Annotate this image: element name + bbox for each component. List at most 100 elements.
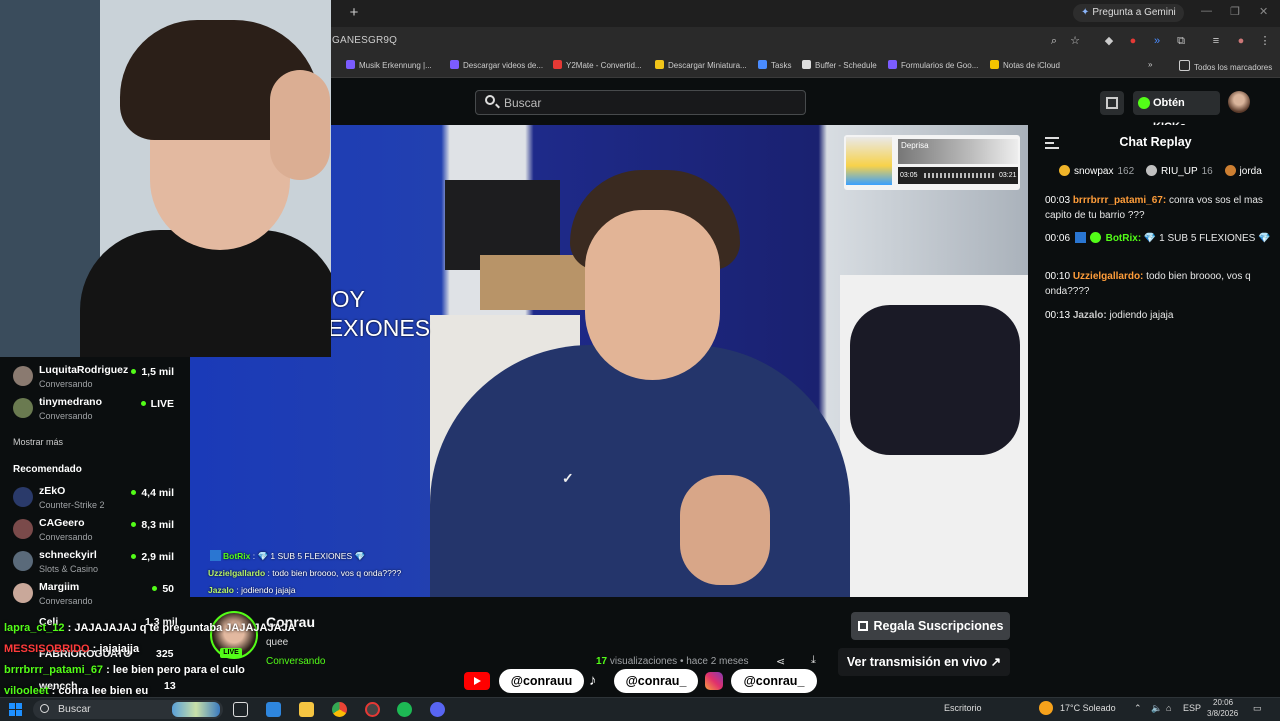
weather-text[interactable]: 17°C Soleado: [1060, 703, 1116, 713]
tray-chevron-icon[interactable]: ⌃: [1134, 703, 1142, 714]
download-icon[interactable]: ⤓: [811, 654, 816, 667]
file-explorer-icon[interactable]: [299, 702, 314, 717]
bookmark-icon: [346, 60, 355, 69]
layout-icon: [1106, 97, 1118, 109]
store-icon[interactable]: [266, 702, 281, 717]
recommended-heading: Recomendado: [13, 464, 82, 475]
youtube-icon[interactable]: [464, 672, 490, 690]
bookmark-star-icon[interactable]: ☆: [1068, 34, 1082, 48]
gift-subs-button[interactable]: Regala Suscripciones: [851, 612, 1010, 640]
menu-icon[interactable]: ⋮: [1258, 34, 1272, 48]
gifter-item[interactable]: snowpax 162: [1059, 165, 1134, 177]
instagram-icon[interactable]: [705, 672, 723, 690]
sidebar-channel[interactable]: schneckyirl Slots & Casino 2,9 mil: [13, 547, 188, 577]
bookmark-icon: [802, 60, 811, 69]
channel-name: CAGeero: [39, 517, 85, 529]
channel-name: LuquitaRodriguez: [39, 364, 129, 376]
channel-category: Conversando: [39, 532, 93, 542]
video-scene: [850, 305, 1020, 455]
bookmark-item[interactable]: Y2Mate - Convertid...: [553, 60, 642, 70]
chrome-icon[interactable]: [332, 702, 347, 717]
url-text[interactable]: GANESGR9Q: [332, 35, 397, 46]
avatar: [13, 551, 33, 571]
notification-icon[interactable]: ▭: [1253, 703, 1262, 714]
gifter-item[interactable]: jorda: [1224, 165, 1262, 177]
video-chat-overlay: BotRix : 💎 1 SUB 5 FLEXIONES 💎 Uzzielgal…: [208, 548, 401, 597]
obs-icon[interactable]: [365, 702, 380, 717]
zoom-icon[interactable]: ⌕: [1047, 34, 1061, 48]
volume-icon[interactable]: 🔈: [1151, 703, 1162, 714]
bookmark-item[interactable]: Buffer - Schedule: [802, 60, 877, 70]
extension-icon[interactable]: ◆: [1102, 34, 1116, 48]
media-icon[interactable]: ≡: [1209, 34, 1223, 48]
get-kicks-button[interactable]: Obtén KICKs: [1133, 91, 1220, 133]
bot-badge-icon: [1074, 232, 1086, 243]
verified-badge-icon: [1089, 232, 1101, 243]
bookmarks-overflow-icon[interactable]: »: [1148, 60, 1152, 69]
new-tab-button[interactable]: +: [346, 4, 362, 22]
minimize-icon[interactable]: —: [1201, 5, 1212, 17]
channel-name: Margiim: [39, 581, 80, 593]
sidebar-channel[interactable]: zEkO Counter-Strike 2 4,4 mil: [13, 483, 188, 513]
gemini-button[interactable]: ✦ Pregunta a Gemini: [1073, 4, 1184, 22]
restore-icon[interactable]: ❐: [1230, 5, 1240, 18]
watch-live-button[interactable]: Ver transmisión en vivo ↗: [838, 648, 1010, 676]
discord-icon[interactable]: [430, 702, 445, 717]
extension-red-icon[interactable]: ●: [1126, 34, 1140, 48]
video-scene: [480, 255, 590, 310]
youtube-link[interactable]: @conrauu: [499, 669, 584, 693]
network-icon[interactable]: ⌂: [1166, 703, 1171, 713]
gemini-label: Pregunta a Gemini: [1092, 7, 1176, 18]
bookmark-item[interactable]: Musik Erkennung |...: [346, 60, 432, 70]
extensions-icon[interactable]: ⧉: [1174, 34, 1188, 48]
search-box[interactable]: [475, 90, 806, 115]
verified-badge-icon: [210, 550, 221, 561]
bookmark-item[interactable]: Tasks: [758, 60, 791, 70]
sidebar-channel[interactable]: tinymedrano Conversando LIVE: [13, 394, 188, 424]
layout-button[interactable]: [1100, 91, 1124, 115]
bookmark-item[interactable]: Descargar videos de...: [450, 60, 543, 70]
bookmark-item[interactable]: Notas de iCloud: [990, 60, 1060, 70]
chat-message: 00:06 BotRix: 💎 1 SUB 5 FLEXIONES 💎: [1045, 232, 1271, 244]
folder-icon: [1179, 60, 1190, 71]
avatar: [13, 398, 33, 418]
tiktok-icon[interactable]: ♪: [589, 672, 605, 690]
desktop-label[interactable]: Escritorio: [944, 703, 982, 713]
taskbar-search[interactable]: Buscar: [33, 700, 223, 719]
video-chat-line: Jazalo : jodiendo jajaja: [208, 585, 296, 595]
tiktok-link[interactable]: @conrau_: [614, 669, 698, 693]
windows-start-icon[interactable]: [9, 703, 22, 716]
sidebar-channel[interactable]: LuquitaRodriguez Conversando 1,5 mil: [13, 362, 188, 392]
share-icon[interactable]: ⋖: [776, 655, 785, 668]
clock-date[interactable]: 3/8/2026: [1207, 709, 1238, 718]
profile-icon[interactable]: ●: [1234, 34, 1248, 48]
all-bookmarks[interactable]: Todos los marcadores: [1179, 60, 1272, 72]
silver-medal-icon: [1145, 165, 1157, 176]
sidebar-channel[interactable]: CAGeero Conversando 8,3 mil: [13, 515, 188, 545]
instagram-link[interactable]: @conrau_: [731, 669, 817, 693]
bookmark-icon: [655, 60, 664, 69]
bookmark-icon: [888, 60, 897, 69]
music-time-start: 03:05: [900, 172, 918, 179]
overlay-chat-line: lapra_ct_12 : JAJAJAJAJ q te preguntaba …: [4, 622, 296, 634]
language-indicator[interactable]: ESP: [1183, 703, 1201, 713]
gifter-item[interactable]: RIU_UP 16: [1145, 165, 1213, 177]
bookmark-item[interactable]: Formularios de Goo...: [888, 60, 978, 70]
channel-name: zEkO: [39, 485, 66, 497]
video-chat-line: Uzzielgallardo : todo bien broooo, vos q…: [208, 568, 402, 578]
show-more-link[interactable]: Mostrar más: [13, 437, 63, 447]
close-icon[interactable]: ✕: [1259, 5, 1268, 18]
overlay-chat-line: MESSISOBRIDO : jajajajja: [4, 643, 140, 655]
spotify-icon[interactable]: [397, 702, 412, 717]
video-chat-line: BotRix : 💎 1 SUB 5 FLEXIONES 💎: [208, 548, 401, 565]
search-input[interactable]: [502, 94, 796, 112]
task-view-icon[interactable]: [233, 702, 248, 717]
waveform-icon: [924, 173, 994, 178]
gold-medal-icon: [1059, 165, 1070, 176]
channel-category: Conversando: [39, 596, 93, 606]
extension-blue-icon[interactable]: »: [1150, 34, 1164, 48]
sidebar-channel[interactable]: Margiim Conversando 50: [13, 579, 188, 609]
bookmark-item[interactable]: Descargar Miniatura...: [655, 60, 747, 70]
clock-time[interactable]: 20:06: [1213, 698, 1233, 707]
user-avatar[interactable]: [1228, 91, 1250, 113]
